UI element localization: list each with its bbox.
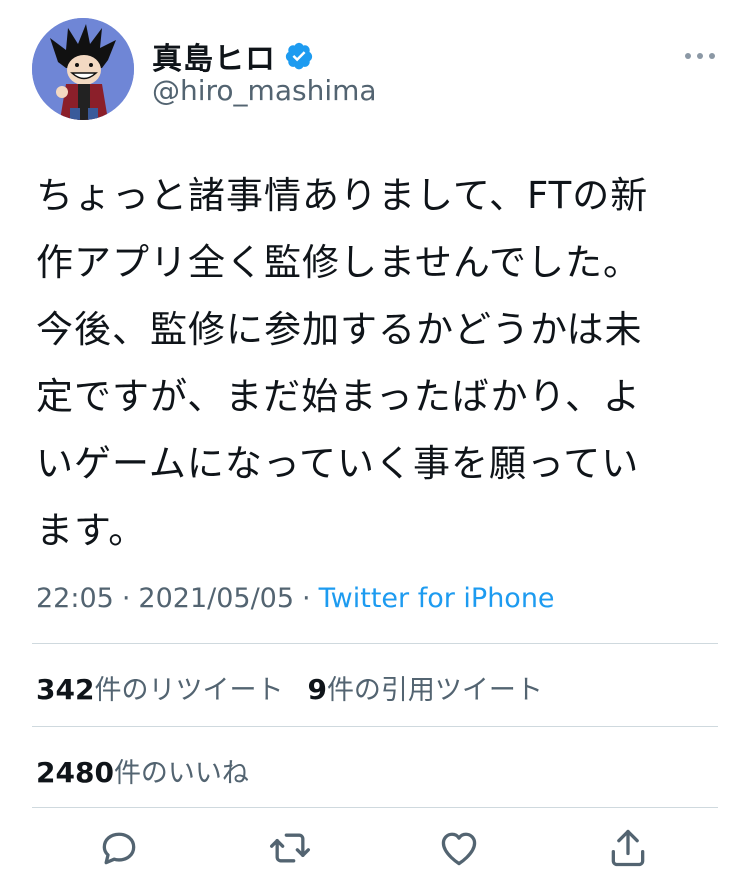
quotes-stat[interactable]: 9 件の引用ツイート bbox=[307, 668, 542, 707]
tweet-actions-bar bbox=[0, 826, 750, 876]
divider bbox=[32, 643, 718, 644]
tweet-date[interactable]: 2021/05/05 bbox=[138, 583, 294, 614]
retweet-icon bbox=[270, 833, 310, 863]
avatar-image bbox=[32, 18, 134, 120]
retweets-count: 342 bbox=[36, 673, 95, 706]
share-icon bbox=[611, 829, 645, 867]
divider bbox=[32, 807, 718, 808]
likes-label: 件のいいね bbox=[113, 758, 249, 789]
quotes-label: 件の引用ツイート bbox=[326, 675, 543, 706]
user-handle[interactable]: @hiro_mashima bbox=[152, 74, 377, 107]
meta-separator: · bbox=[121, 583, 131, 614]
reply-button[interactable] bbox=[97, 826, 141, 870]
tweet-source-link[interactable]: Twitter for iPhone bbox=[319, 583, 555, 614]
retweet-button[interactable] bbox=[268, 826, 312, 870]
more-options-icon[interactable] bbox=[682, 46, 718, 66]
share-button[interactable] bbox=[606, 826, 650, 870]
retweets-stat[interactable]: 342 件のリツイート bbox=[36, 668, 283, 707]
heart-icon bbox=[441, 832, 477, 866]
retweets-label: 件のリツイート bbox=[94, 675, 284, 706]
avatar[interactable] bbox=[32, 18, 134, 120]
tweet-header: 真島ヒロ @hiro_mashima bbox=[32, 18, 722, 122]
likes-count: 2480 bbox=[36, 756, 114, 789]
quotes-count: 9 bbox=[307, 673, 327, 706]
meta-separator: · bbox=[302, 583, 311, 614]
verified-badge-icon bbox=[285, 42, 313, 70]
tweet-text: ちょっと諸事情ありまして、FTの新 作アプリ全く監修しませんでした。 今後、監修… bbox=[36, 174, 649, 552]
likes-stats-row: 2480 件のいいね bbox=[36, 751, 249, 790]
reply-icon bbox=[102, 832, 136, 865]
tweet-metadata: 22:05 · 2021/05/05 · Twitter for iPhone bbox=[36, 583, 555, 614]
like-button[interactable] bbox=[437, 826, 481, 870]
divider bbox=[32, 726, 718, 727]
retweet-stats-row: 342 件のリツイート 9 件の引用ツイート bbox=[36, 668, 543, 707]
tweet-time[interactable]: 22:05 bbox=[36, 583, 114, 614]
likes-stat[interactable]: 2480 件のいいね bbox=[36, 751, 249, 790]
name-row: 真島ヒロ bbox=[152, 34, 314, 78]
display-name[interactable]: 真島ヒロ bbox=[152, 34, 276, 78]
